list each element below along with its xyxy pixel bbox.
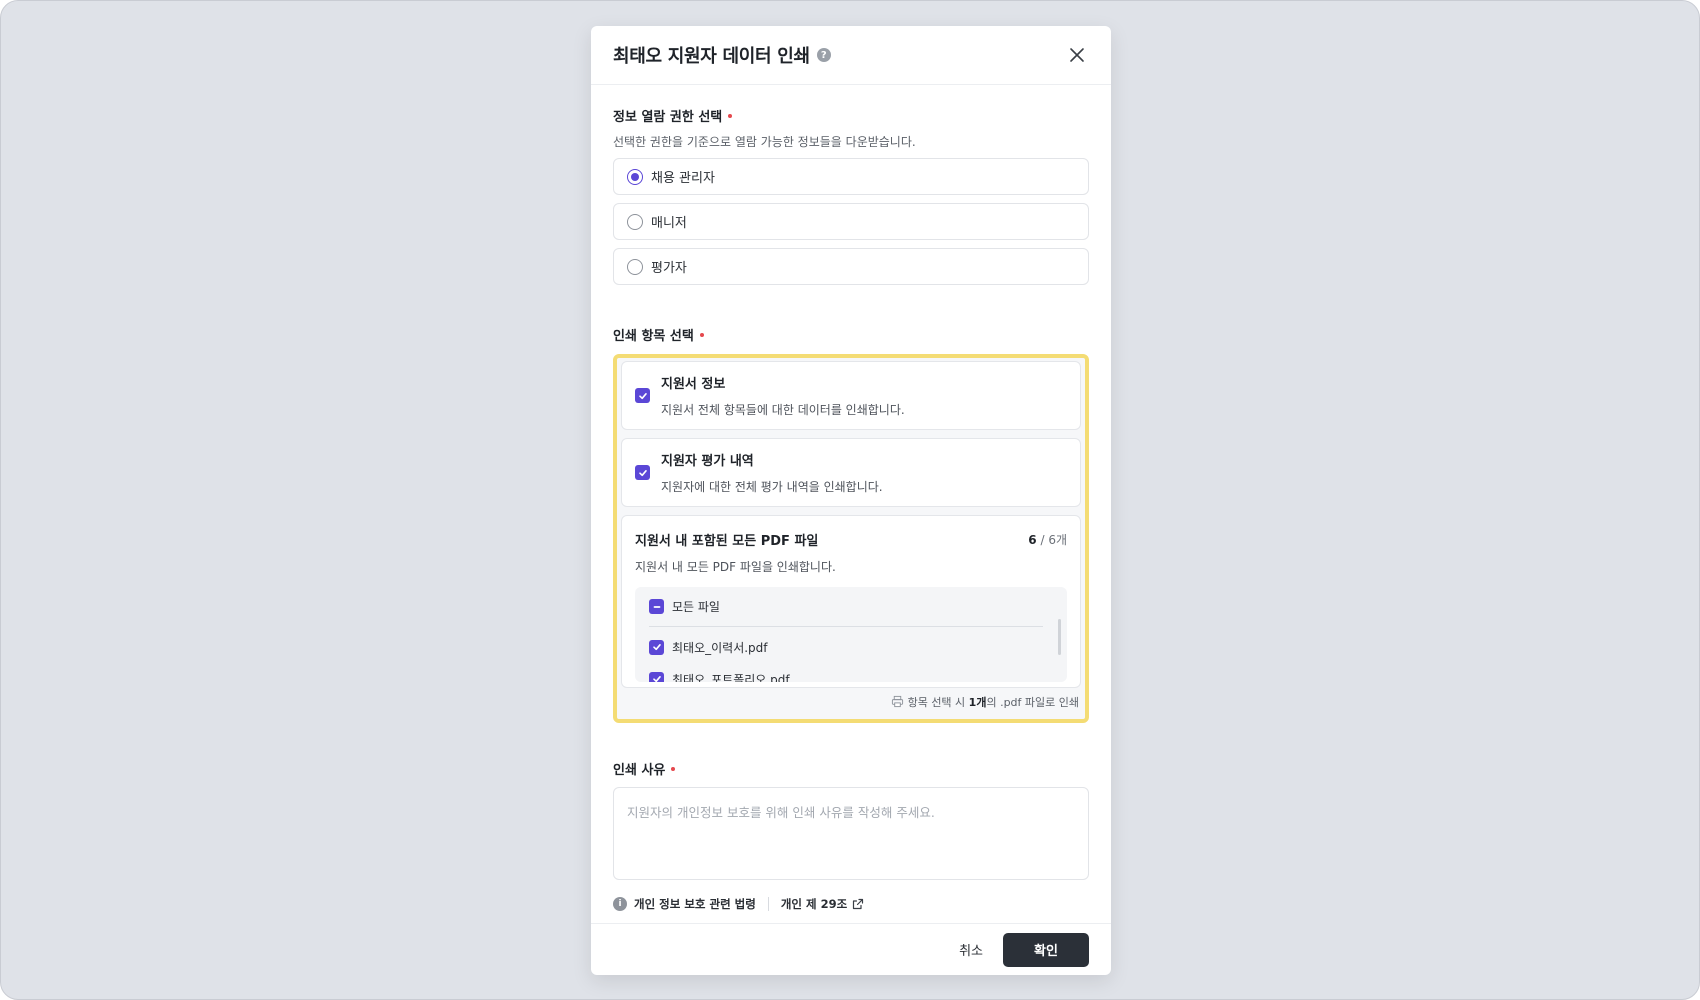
- radio-label: 채용 관리자: [651, 171, 715, 186]
- permission-label: 정보 열람 권한 선택: [613, 106, 1089, 125]
- pdf-files-count: 6 / 6개: [1028, 531, 1067, 548]
- required-dot: [671, 766, 676, 771]
- radio-label: 매니저: [651, 216, 687, 231]
- reason-input[interactable]: [613, 787, 1089, 880]
- minus-icon: [653, 605, 660, 608]
- law-link-text: 개인 제 29조: [780, 897, 848, 911]
- print-item-title: 지원서 정보: [661, 377, 726, 392]
- info-icon: i: [613, 897, 627, 911]
- print-item-description: 지원자에 대한 전체 평가 내역을 인쇄합니다.: [661, 480, 883, 494]
- radio-option-manager[interactable]: 매니저: [613, 203, 1089, 240]
- law-row: i 개인 정보 보호 관련 법령 개인 제 29조: [613, 896, 1089, 912]
- law-label: 개인 정보 보호 관련 법령: [634, 897, 756, 911]
- check-icon: [638, 469, 647, 476]
- print-item-description: 지원서 전체 항목들에 대한 데이터를 인쇄합니다.: [661, 403, 905, 417]
- print-note-count: 1개: [968, 695, 987, 709]
- pdf-files-card: 지원서 내 포함된 모든 PDF 파일 6 / 6개 지원서 내 모든 PDF …: [621, 515, 1081, 688]
- required-dot: [728, 113, 733, 118]
- file-row[interactable]: 최태오_포트폴리오.pdf: [649, 669, 1053, 682]
- print-items-label-text: 인쇄 항목 선택: [613, 329, 694, 344]
- print-items-box: 지원서 정보 지원서 전체 항목들에 대한 데이터를 인쇄합니다. 지원자 평가…: [613, 354, 1089, 723]
- print-items-section: 인쇄 항목 선택 지원서 정보 지원서 전체 항목들에 대한 데이터를 인쇄합니…: [613, 325, 1089, 723]
- pdf-selected-count: 6: [1028, 533, 1037, 547]
- print-item-evaluation[interactable]: 지원자 평가 내역 지원자에 대한 전체 평가 내역을 인쇄합니다.: [621, 438, 1081, 507]
- file-list-scrollbar[interactable]: [1058, 619, 1061, 655]
- check-icon: [652, 644, 661, 651]
- pdf-files-description: 지원서 내 모든 PDF 파일을 인쇄합니다.: [635, 560, 836, 574]
- close-icon: [1070, 48, 1084, 62]
- confirm-button[interactable]: 확인: [1003, 932, 1089, 967]
- cancel-button[interactable]: 취소: [959, 940, 983, 959]
- all-files-row[interactable]: 모든 파일: [649, 587, 1043, 627]
- dialog-body: 정보 열람 권한 선택 선택한 권한을 기준으로 열람 가능한 정보들을 다운받…: [591, 106, 1111, 912]
- reason-label-text: 인쇄 사유: [613, 763, 666, 778]
- pdf-files-title: 지원서 내 포함된 모든 PDF 파일: [635, 534, 819, 549]
- radio-label: 평가자: [651, 261, 687, 276]
- print-dialog: 최태오 지원자 데이터 인쇄 ? 정보 열람 권한 선택 선택한 권한을 기준으…: [591, 26, 1111, 975]
- permission-section: 정보 열람 권한 선택 선택한 권한을 기준으로 열람 가능한 정보들을 다운받…: [613, 106, 1089, 285]
- pdf-total-count: 6개: [1048, 533, 1067, 547]
- checkbox-checked[interactable]: [635, 465, 650, 480]
- help-icon[interactable]: ?: [816, 48, 831, 62]
- checkbox-checked[interactable]: [649, 639, 664, 655]
- required-dot: [699, 332, 704, 337]
- file-name: 최태오_이력서.pdf: [672, 640, 768, 655]
- file-name: 최태오_포트폴리오.pdf: [672, 672, 790, 683]
- dialog-footer: 취소 확인: [591, 923, 1111, 975]
- screen-background: 최태오 지원자 데이터 인쇄 ? 정보 열람 권한 선택 선택한 권한을 기준으…: [0, 0, 1700, 1000]
- pdf-count-separator: /: [1040, 533, 1045, 547]
- reason-section: 인쇄 사유 i 개인 정보 보호 관련 법령 개인 제 29조: [613, 759, 1089, 912]
- external-link-icon: [853, 898, 864, 910]
- radio-option-evaluator[interactable]: 평가자: [613, 248, 1089, 285]
- close-button[interactable]: [1065, 43, 1089, 67]
- print-note-prefix: 항목 선택 시: [907, 695, 966, 709]
- dialog-title: 최태오 지원자 데이터 인쇄: [613, 46, 810, 67]
- printer-icon: [891, 695, 903, 708]
- radio-option-admin[interactable]: 채용 관리자: [613, 158, 1089, 195]
- print-note-suffix: 의 .pdf 파일로 인쇄: [986, 695, 1079, 709]
- all-files-label: 모든 파일: [672, 600, 720, 614]
- checkbox-checked[interactable]: [635, 388, 650, 403]
- permission-options: 채용 관리자 매니저 평가자: [613, 158, 1089, 285]
- check-icon: [638, 392, 647, 399]
- print-items-label: 인쇄 항목 선택: [613, 325, 1089, 344]
- file-row[interactable]: 최태오_이력서.pdf: [649, 627, 1053, 667]
- law-divider: [767, 897, 769, 911]
- permission-label-text: 정보 열람 권한 선택: [613, 110, 723, 125]
- radio-unselected[interactable]: [627, 213, 643, 230]
- dialog-header: 최태오 지원자 데이터 인쇄 ?: [591, 26, 1111, 85]
- reason-label: 인쇄 사유: [613, 759, 1089, 778]
- pdf-files-header: 지원서 내 포함된 모든 PDF 파일 6 / 6개: [635, 530, 1067, 549]
- print-note: 항목 선택 시 1개 의 .pdf 파일로 인쇄: [621, 688, 1081, 715]
- checkbox-checked[interactable]: [649, 671, 664, 682]
- print-item-application[interactable]: 지원서 정보 지원서 전체 항목들에 대한 데이터를 인쇄합니다.: [621, 361, 1081, 430]
- check-icon: [652, 676, 661, 682]
- radio-unselected[interactable]: [627, 258, 643, 275]
- checkbox-indeterminate[interactable]: [649, 599, 664, 614]
- permission-description: 선택한 권한을 기준으로 열람 가능한 정보들을 다운받습니다.: [613, 135, 916, 149]
- pdf-file-list[interactable]: 모든 파일 최태오_이력서.pdf 최태오_포트폴리오.pdf: [635, 587, 1067, 682]
- radio-selected[interactable]: [627, 168, 643, 185]
- law-link[interactable]: 개인 제 29조: [781, 896, 864, 912]
- print-item-title: 지원자 평가 내역: [661, 454, 754, 469]
